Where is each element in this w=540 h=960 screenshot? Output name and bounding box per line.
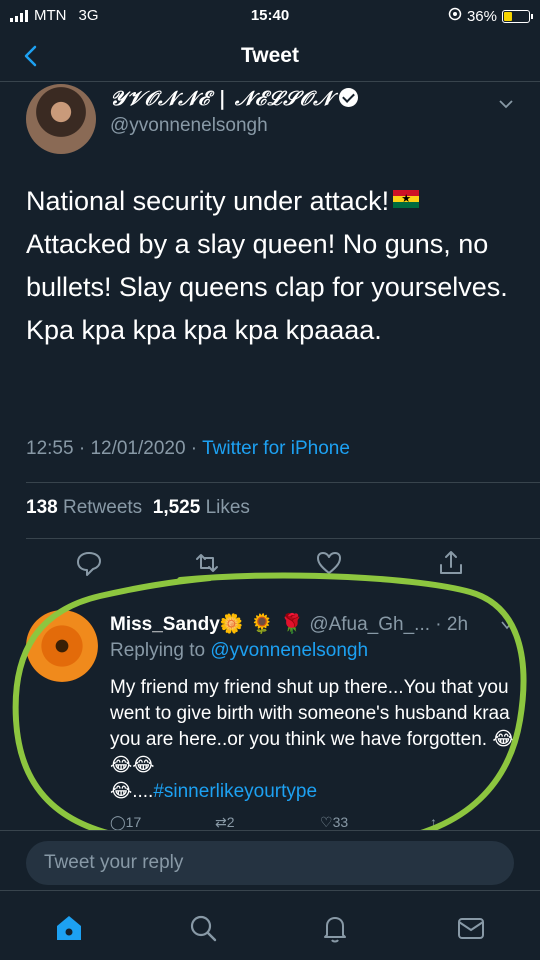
tweet-actions (0, 548, 540, 588)
reply-composer (0, 830, 540, 890)
reply-text-body: My friend my friend shut up there...You … (110, 677, 515, 776)
tweet-stats: 138 Retweets 1,525 Likes (26, 497, 250, 519)
battery-percent: 36% (466, 7, 497, 25)
share-icon[interactable] (436, 548, 466, 578)
likes-label[interactable]: Likes (206, 497, 250, 518)
orientation-lock-icon (448, 7, 462, 25)
reply-time: · 2h (435, 614, 469, 635)
reply-share-icon[interactable]: ↑ (430, 814, 437, 830)
battery-info: 36% (448, 7, 533, 25)
reply-author-avatar[interactable] (26, 610, 98, 682)
reply-text-tail: 😂.... (110, 781, 154, 802)
reply-text: My friend my friend shut up there...You … (110, 675, 518, 805)
reply-input[interactable] (26, 841, 514, 885)
retweet-count-value: 2 (226, 814, 235, 830)
reply-author-line: Miss_Sandy🌼 🌻 🌹 @Afua_Gh_... · 2h (110, 612, 468, 636)
reply-tweet[interactable]: Miss_Sandy🌼 🌻 🌹 @Afua_Gh_... · 2h Replyi… (0, 600, 540, 830)
retweets-count[interactable]: 138 (26, 497, 58, 518)
notifications-icon[interactable] (318, 911, 352, 945)
search-icon[interactable] (186, 911, 220, 945)
reply-icon[interactable] (74, 548, 104, 578)
tweet-text-rest: Attacked by a slay queen! No guns, no bu… (26, 229, 508, 345)
tweet-meta: 12:55 · 12/01/2020 · Twitter for iPhone (26, 438, 350, 459)
like-count-value: 33 (332, 814, 349, 830)
ghana-flag-icon (393, 190, 420, 208)
replying-to-label: Replying to (110, 640, 206, 661)
retweets-label[interactable]: Retweets (63, 497, 142, 518)
home-icon[interactable] (52, 911, 86, 945)
status-bar: MTN 3G 15:40 36% (0, 0, 540, 30)
reply-count-value: 17 (125, 814, 142, 830)
divider (26, 538, 540, 539)
reply-author-name[interactable]: Miss_Sandy (110, 614, 220, 635)
reply-actions: ◯ 17 ⇄ 2 ♡ 33 ↑ (110, 814, 500, 830)
reply-name-emojis: 🌼 🌻 🌹 (219, 613, 305, 635)
divider (26, 482, 540, 483)
verified-badge-icon (339, 88, 359, 107)
reply-hashtag[interactable]: #sinnerlikeyourtype (153, 781, 317, 802)
chevron-down-icon[interactable] (498, 96, 514, 112)
tweet-header: 𝒴𝒱𝒪𝒩𝒩ℰ | 𝒩ℰℒ𝒮𝒪𝒩 @yvonnenelsongh (0, 82, 540, 162)
chevron-down-icon[interactable] (500, 618, 514, 632)
likes-count[interactable]: 1,525 (153, 497, 201, 518)
reply-like-count[interactable]: ♡ 33 (320, 814, 348, 830)
like-icon[interactable] (314, 548, 344, 578)
author-name-text: 𝒴𝒱𝒪𝒩𝒩ℰ | 𝒩ℰℒ𝒮𝒪𝒩 (110, 86, 334, 110)
battery-icon (502, 9, 533, 23)
author-name[interactable]: 𝒴𝒱𝒪𝒩𝒩ℰ | 𝒩ℰℒ𝒮𝒪𝒩 (110, 86, 359, 110)
reply-author-handle[interactable]: @Afua_Gh_... (309, 614, 430, 635)
navigation-bar: Tweet (0, 30, 540, 82)
tab-bar (0, 890, 540, 960)
tweet-time: 12:55 (26, 438, 74, 459)
retweet-icon[interactable] (192, 548, 222, 578)
tweet-date: 12/01/2020 (90, 438, 186, 459)
replying-to: Replying to @yvonnenelsongh (110, 640, 368, 662)
reply-retweet-count[interactable]: ⇄ 2 (215, 814, 235, 830)
tweet-text: National security under attack! Attacked… (26, 180, 516, 352)
reply-reply-count[interactable]: ◯ 17 (110, 814, 141, 830)
tweet-text-first: National security under attack! (26, 186, 390, 216)
page-title: Tweet (241, 44, 299, 67)
author-avatar[interactable] (26, 84, 96, 154)
author-handle[interactable]: @yvonnenelsongh (110, 115, 268, 137)
replying-to-handle[interactable]: @yvonnenelsongh (210, 640, 368, 661)
tweet-source[interactable]: Twitter for iPhone (202, 438, 350, 459)
battery-level (504, 11, 512, 21)
messages-icon[interactable] (454, 911, 488, 945)
